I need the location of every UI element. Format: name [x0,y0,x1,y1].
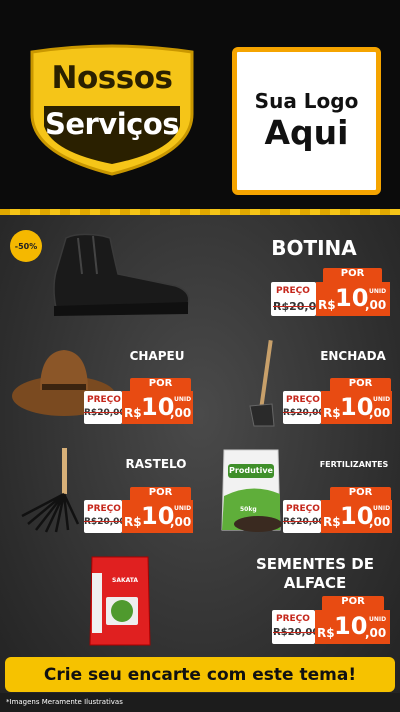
currency-sementes: R$ [317,626,335,640]
product-name-botina: BOTINA [271,236,357,260]
product-name-sementes: SEMENTES DE ALFACE [256,555,374,592]
por-label-botina: POR [323,268,382,282]
old-price-enchada: R$20,00 [283,408,325,418]
flyer: Nossos Serviços Sua Logo Aqui -50% BOTIN… [0,0,400,712]
shield-title-line2: Serviços [44,107,180,141]
old-price-fertilizantes: R$20,00 [283,517,325,527]
preco-label-rastelo: PREÇO [87,504,121,514]
price-cents-rastelo: ,00 [170,515,192,529]
logo-placeholder: Sua Logo Aqui [232,47,381,195]
price-int-botina: 10 [335,284,369,312]
price-cents-fertilizantes: ,00 [369,515,391,529]
price-cents-enchada: ,00 [369,406,391,420]
preco-label-botina: PREÇO [276,286,310,296]
currency-chapeu: R$ [124,406,142,420]
shield-title-line1: Nossos [51,60,173,96]
services-shield-logo: Nossos Serviços [22,44,202,176]
por-label-chapeu: POR [130,378,191,391]
currency-enchada: R$ [323,406,341,420]
boot-image [48,228,193,320]
preco-label-fertilizantes: PREÇO [286,504,320,514]
price-cents-botina: ,00 [365,298,387,312]
por-label-sementes: POR [322,596,384,610]
old-price-rastelo: R$20,00 [84,517,126,527]
unit-sementes: UNID [369,616,387,623]
logo-text-line1: Sua Logo [254,89,359,113]
unit-botina: UNID [369,288,387,295]
preco-label-chapeu: PREÇO [87,395,121,405]
hoe-image [244,338,278,428]
rake-image [18,446,90,534]
por-label-enchada: POR [330,378,391,391]
unit-chapeu: UNID [174,396,192,403]
new-price-enchada: R$ 10 UNID ,00 [321,391,392,424]
seed-brand: SAKATA [112,577,139,584]
unit-enchada: UNID [373,396,391,403]
fertilizer-bag-image: Produtive 50kg [218,446,284,534]
currency-fertilizantes: R$ [323,515,341,529]
seed-pack-image: SAKATA [88,553,152,648]
new-price-botina: R$ 10 UNID ,00 [316,282,390,316]
product-name-fertilizantes: FERTILIZANTES [319,460,389,469]
price-cents-chapeu: ,00 [170,406,192,420]
currency-rastelo: R$ [124,515,142,529]
logo-text-line2: Aqui [264,113,349,152]
product-name-enchada: ENCHADA [320,349,386,363]
price-cents-sementes: ,00 [365,626,387,640]
currency-botina: R$ [318,298,336,312]
price-int-sementes: 10 [334,612,368,640]
old-price-sementes: R$20,00 [273,627,320,638]
discount-badge: -50% [10,230,42,262]
new-price-rastelo: R$ 10 UNID ,00 [122,500,193,533]
unit-rastelo: UNID [174,505,192,512]
por-label-fertilizantes: POR [330,487,391,500]
header: Nossos Serviços Sua Logo Aqui [0,0,400,215]
new-price-sementes: R$ 10 UNID ,00 [315,610,390,644]
old-price-chapeu: R$20,00 [84,408,126,418]
new-price-chapeu: R$ 10 UNID ,00 [122,391,193,424]
fertilizer-weight: 50kg [240,506,257,513]
product-name-chapeu: CHAPEU [129,349,185,363]
new-price-fertilizantes: R$ 10 UNID ,00 [321,500,392,533]
product-name-rastelo: RASTELO [125,457,187,471]
preco-label-enchada: PREÇO [286,395,320,405]
preco-label-sementes: PREÇO [276,614,310,624]
unit-fertilizantes: UNID [373,505,391,512]
por-label-rastelo: POR [130,487,191,500]
cta-banner: Crie seu encarte com este tema! [5,657,395,692]
fertilizer-brand: Produtive [229,466,273,475]
disclaimer-text: *Imagens Meramente Ilustrativas [6,698,123,706]
